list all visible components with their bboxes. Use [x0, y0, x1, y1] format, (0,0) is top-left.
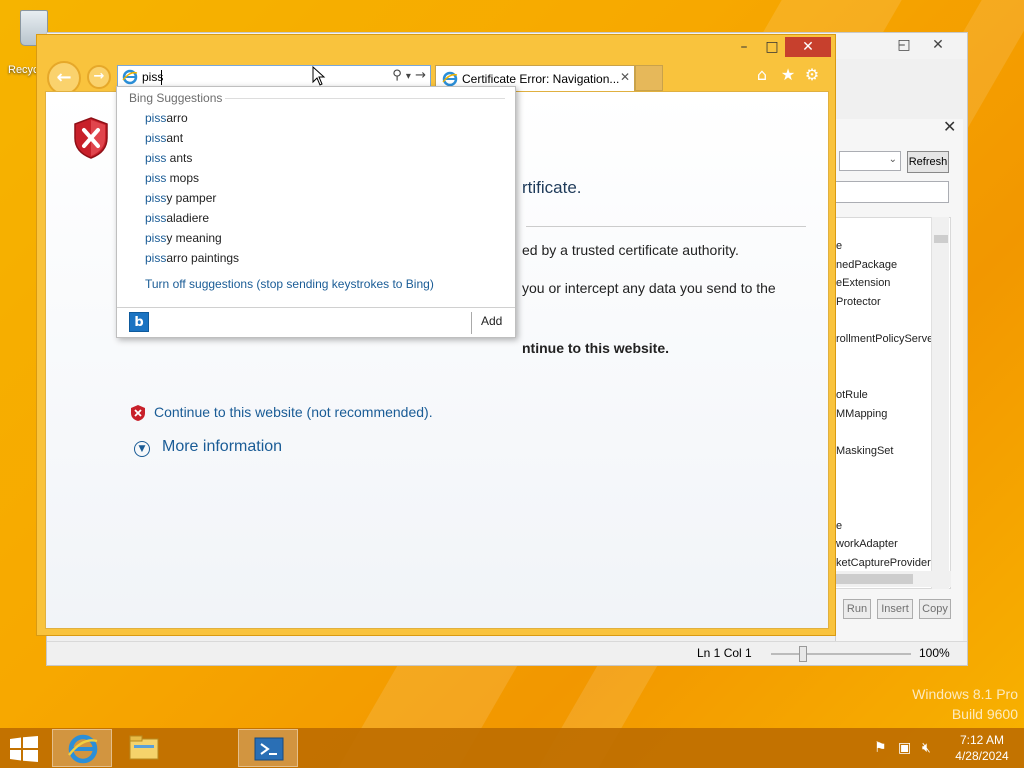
command-item[interactable]: e: [836, 520, 842, 532]
ie-logo-icon: [442, 71, 458, 87]
continue-link-text[interactable]: Continue to this website (not recommende…: [154, 404, 433, 420]
new-tab-button[interactable]: [635, 65, 663, 91]
command-item[interactable]: MaskingSet: [836, 445, 893, 457]
tab-title: Certificate Error: Navigation...: [462, 72, 620, 86]
mouse-pointer-icon: [312, 66, 326, 86]
chevron-down-icon: ▼: [134, 441, 150, 457]
suggestion-item[interactable]: pissy pamper: [145, 191, 216, 205]
command-item[interactable]: workAdapter: [836, 538, 898, 550]
header-divider: [225, 98, 505, 99]
copy-button[interactable]: Copy: [919, 599, 951, 619]
commands-pane-close-icon[interactable]: ✕: [943, 117, 956, 136]
module-select[interactable]: ⌄: [839, 151, 901, 171]
ise-maximize-button[interactable]: □: [889, 35, 919, 55]
address-tools: ⚲ ▾ →: [392, 68, 426, 83]
home-icon[interactable]: ⌂: [753, 65, 771, 84]
taskbar: ⚑ ▣ 🔇︎ 7:12 AM 4/28/2024: [0, 728, 1024, 768]
suggestion-item[interactable]: pissarro: [145, 111, 188, 125]
footer-divider: [471, 312, 472, 334]
command-item[interactable]: MMapping: [836, 408, 887, 420]
taskbar-file-explorer[interactable]: [114, 729, 174, 767]
turn-off-suggestions-link[interactable]: Turn off suggestions (stop sending keyst…: [145, 277, 434, 291]
cursor-position: Ln 1 Col 1: [697, 646, 752, 660]
zoom-slider-thumb[interactable]: [799, 646, 807, 662]
error-shield-icon: [74, 117, 108, 159]
ie-logo-icon: [122, 69, 138, 85]
command-item[interactable]: nedPackage: [836, 259, 897, 271]
search-icon[interactable]: ⚲: [392, 68, 402, 83]
suggestion-item[interactable]: pissant: [145, 131, 183, 145]
command-item[interactable]: Protector: [836, 296, 881, 308]
more-information-text[interactable]: More information: [162, 438, 282, 456]
ie-close-button[interactable]: ✕: [785, 37, 831, 57]
refresh-button[interactable]: Refresh: [907, 151, 949, 173]
suggestion-item[interactable]: pissy meaning: [145, 231, 222, 245]
recommendation-text: ntinue to this website.: [522, 340, 670, 356]
zoom-slider[interactable]: [771, 653, 911, 655]
taskbar-internet-explorer[interactable]: [52, 729, 112, 767]
suggestions-header: Bing Suggestions: [129, 91, 223, 105]
ie-logo-icon: [68, 734, 98, 764]
error-text-line: you or intercept any data you send to th…: [522, 280, 776, 296]
insert-button[interactable]: Insert: [877, 599, 913, 619]
windows-version-watermark: Windows 8.1 Pro Build 9600: [912, 684, 1018, 724]
command-item[interactable]: rollmentPolicyServe: [836, 333, 933, 345]
go-arrow-icon[interactable]: →: [415, 68, 426, 83]
clock-time: 7:12 AM: [959, 733, 1005, 747]
system-clock[interactable]: 7:12 AM 4/28/2024: [950, 732, 1014, 764]
command-item[interactable]: e: [836, 240, 842, 252]
search-suggestions-dropdown: Bing Suggestions pissarro pissant piss a…: [116, 86, 516, 338]
ise-close-button[interactable]: ✕: [923, 35, 953, 55]
recycle-bin-label: Recyc: [8, 64, 39, 76]
action-center-flag-icon[interactable]: ⚑: [874, 740, 887, 756]
watermark-line: Build 9600: [951, 706, 1018, 722]
folder-icon: [129, 735, 159, 760]
gear-icon[interactable]: ⚙: [803, 65, 821, 84]
heading-divider: [526, 226, 806, 227]
zoom-level: 100%: [919, 646, 950, 660]
error-shield-icon: [131, 405, 145, 421]
commands-vertical-scrollbar[interactable]: [931, 217, 949, 589]
commands-horizontal-scrollbar[interactable]: [835, 571, 951, 587]
suggestion-item[interactable]: pissarro paintings: [145, 251, 239, 265]
volume-muted-icon[interactable]: 🔇︎: [922, 740, 931, 756]
watermark-line: Windows 8.1 Pro: [912, 686, 1018, 702]
error-text-line: ed by a trusted certificate authority.: [522, 242, 739, 258]
bing-logo-icon[interactable]: b: [129, 312, 149, 332]
suggestion-item[interactable]: pissaladiere: [145, 211, 209, 225]
text-caret: [161, 70, 162, 85]
back-arrow-icon[interactable]: ←: [47, 61, 81, 95]
command-item[interactable]: otRule: [836, 389, 868, 401]
suggestions-footer: b Add: [117, 307, 515, 337]
command-item[interactable]: ketCaptureProvider: [836, 557, 931, 569]
suggestion-item[interactable]: piss ants: [145, 151, 192, 165]
tab-close-icon[interactable]: ✕: [620, 70, 630, 84]
continue-website-link[interactable]: Continue to this website (not recommende…: [130, 404, 433, 426]
network-icon[interactable]: ▣: [898, 740, 911, 756]
ie-minimize-button[interactable]: –: [731, 37, 757, 57]
command-filter-input[interactable]: [835, 181, 949, 203]
ise-status-bar: Ln 1 Col 1 100%: [47, 641, 967, 665]
add-search-provider-button[interactable]: Add: [481, 314, 502, 328]
suggestion-item[interactable]: piss mops: [145, 171, 199, 185]
favorites-star-icon[interactable]: ★: [779, 65, 797, 84]
chevron-down-icon[interactable]: ▾: [406, 71, 411, 82]
clock-date: 4/28/2024: [955, 749, 1009, 763]
windows-start-icon[interactable]: [10, 736, 38, 762]
chevron-down-icon: ⌄: [888, 154, 897, 165]
run-button[interactable]: Run: [843, 599, 871, 619]
page-heading: rtificate.: [522, 178, 582, 197]
forward-arrow-icon[interactable]: →: [87, 65, 111, 89]
command-item[interactable]: eExtension: [836, 277, 890, 289]
ie-maximize-button[interactable]: □: [759, 37, 785, 57]
taskbar-powershell-ise[interactable]: [238, 729, 298, 767]
powershell-icon: [254, 737, 284, 761]
